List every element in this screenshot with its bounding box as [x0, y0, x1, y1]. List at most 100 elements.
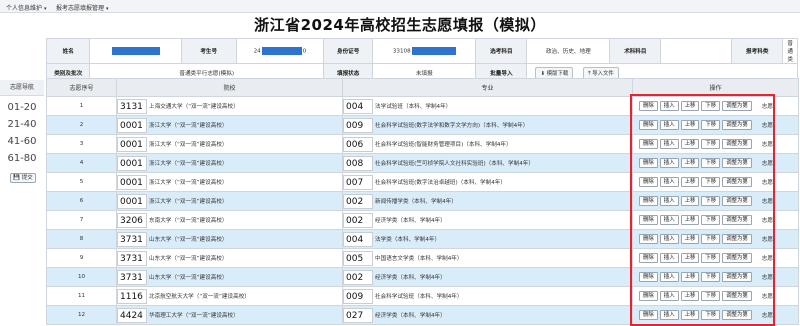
delete-button[interactable]: 删除 — [639, 139, 658, 149]
submit-button[interactable]: 💾 提交 — [10, 173, 36, 183]
adjust-position-button[interactable]: 调整为第 — [722, 253, 752, 263]
school-code-input[interactable]: 3131 — [117, 98, 147, 114]
row-number: 3 — [46, 134, 117, 154]
insert-button[interactable]: 插入 — [659, 253, 679, 263]
ops-cell: 删除 插入 上移 下移 调整为第 志愿 — [632, 305, 799, 325]
major-code-input[interactable]: 009 — [343, 117, 373, 133]
move-down-button[interactable]: 下移 — [701, 215, 721, 225]
move-down-button[interactable]: 下移 — [701, 272, 721, 282]
school-code-input[interactable]: 3731 — [117, 250, 147, 266]
school-code-input[interactable]: 0001 — [117, 117, 147, 133]
move-down-button[interactable]: 下移 — [701, 253, 721, 263]
school-code-input[interactable]: 3731 — [117, 231, 147, 247]
adjust-position-button[interactable]: 调整为第 — [722, 139, 752, 149]
adjust-position-button[interactable]: 调整为第 — [722, 272, 752, 282]
move-down-button[interactable]: 下移 — [701, 177, 721, 187]
major-code-input[interactable]: 009 — [343, 288, 373, 304]
delete-button[interactable]: 删除 — [639, 291, 658, 301]
menu-application-management[interactable]: 报考志愿填报管理 ▾ — [56, 3, 109, 12]
delete-button[interactable]: 删除 — [639, 196, 658, 206]
move-down-button[interactable]: 下移 — [701, 101, 721, 111]
delete-button[interactable]: 删除 — [639, 253, 658, 263]
insert-button[interactable]: 插入 — [659, 158, 679, 168]
school-code-input[interactable]: 0001 — [117, 136, 147, 152]
insert-button[interactable]: 插入 — [659, 272, 679, 282]
move-up-button[interactable]: 上移 — [680, 291, 700, 301]
insert-button[interactable]: 插入 — [659, 291, 679, 301]
delete-button[interactable]: 删除 — [639, 215, 658, 225]
move-down-button[interactable]: 下移 — [701, 139, 721, 149]
application-navigator: 志愿导航 01-20 21-40 41-60 61-80 💾 提交 — [0, 80, 44, 326]
move-up-button[interactable]: 上移 — [680, 272, 700, 282]
move-up-button[interactable]: 上移 — [680, 177, 700, 187]
major-code-input[interactable]: 002 — [343, 269, 373, 285]
delete-button[interactable]: 删除 — [639, 101, 658, 111]
insert-button[interactable]: 插入 — [659, 101, 679, 111]
move-down-button[interactable]: 下移 — [701, 234, 721, 244]
insert-button[interactable]: 插入 — [659, 215, 679, 225]
major-cell: 009 社会科学试验班（本科、学制4年） — [342, 286, 633, 306]
school-code-input[interactable]: 1116 — [117, 288, 147, 304]
adjust-position-button[interactable]: 调整为第 — [722, 234, 752, 244]
insert-button[interactable]: 插入 — [659, 177, 679, 187]
move-down-button[interactable]: 下移 — [701, 196, 721, 206]
range-61-80[interactable]: 61-80 — [0, 153, 44, 164]
insert-button[interactable]: 插入 — [659, 139, 679, 149]
delete-button[interactable]: 删除 — [639, 158, 658, 168]
delete-button[interactable]: 删除 — [639, 234, 658, 244]
school-name: 浙江大学（“双一流”建设高校） — [149, 161, 228, 167]
insert-button[interactable]: 插入 — [659, 120, 679, 130]
move-down-button[interactable]: 下移 — [701, 310, 721, 320]
adjust-position-button[interactable]: 调整为第 — [722, 196, 752, 206]
move-down-button[interactable]: 下移 — [701, 158, 721, 168]
range-21-40[interactable]: 21-40 — [0, 119, 44, 130]
delete-button[interactable]: 删除 — [639, 272, 658, 282]
move-down-button[interactable]: 下移 — [701, 291, 721, 301]
school-code-input[interactable]: 0001 — [117, 155, 147, 171]
school-code-input[interactable]: 0001 — [117, 193, 147, 209]
menu-application-management-label: 报考志愿填报管理 — [56, 5, 105, 12]
school-name: 华南理工大学（“双一流”建设高校） — [149, 313, 239, 319]
major-code-input[interactable]: 004 — [343, 231, 373, 247]
school-code-input[interactable]: 3206 — [117, 212, 147, 228]
adjust-position-button[interactable]: 调整为第 — [722, 120, 752, 130]
major-code-input[interactable]: 006 — [343, 136, 373, 152]
move-up-button[interactable]: 上移 — [680, 310, 700, 320]
school-code-input[interactable]: 0001 — [117, 174, 147, 190]
major-code-input[interactable]: 008 — [343, 155, 373, 171]
school-code-input[interactable]: 4424 — [117, 307, 147, 323]
range-41-60[interactable]: 41-60 — [0, 136, 44, 147]
insert-button[interactable]: 插入 — [659, 196, 679, 206]
delete-button[interactable]: 删除 — [639, 310, 658, 320]
move-up-button[interactable]: 上移 — [680, 101, 700, 111]
major-cell: 004 法学试验班（本科、学制4年） — [342, 96, 633, 116]
adjust-position-button[interactable]: 调整为第 — [722, 101, 752, 111]
move-up-button[interactable]: 上移 — [680, 234, 700, 244]
menu-personal-info[interactable]: 个人信息维护 ▾ — [6, 3, 47, 12]
adjust-position-button[interactable]: 调整为第 — [722, 158, 752, 168]
move-down-button[interactable]: 下移 — [701, 120, 721, 130]
move-up-button[interactable]: 上移 — [680, 215, 700, 225]
adjust-position-button[interactable]: 调整为第 — [722, 291, 752, 301]
major-code-input[interactable]: 007 — [343, 174, 373, 190]
school-code-input[interactable]: 3731 — [117, 269, 147, 285]
delete-button[interactable]: 删除 — [639, 120, 658, 130]
insert-button[interactable]: 插入 — [659, 310, 679, 320]
move-up-button[interactable]: 上移 — [680, 253, 700, 263]
range-01-20[interactable]: 01-20 — [0, 102, 44, 113]
major-code-input[interactable]: 027 — [343, 307, 373, 323]
major-code-input[interactable]: 002 — [343, 212, 373, 228]
major-code-input[interactable]: 002 — [343, 193, 373, 209]
insert-button[interactable]: 插入 — [659, 234, 679, 244]
move-up-button[interactable]: 上移 — [680, 158, 700, 168]
move-up-button[interactable]: 上移 — [680, 120, 700, 130]
adjust-position-button[interactable]: 调整为第 — [722, 215, 752, 225]
major-code-input[interactable]: 005 — [343, 250, 373, 266]
adjust-position-button[interactable]: 调整为第 — [722, 310, 752, 320]
move-up-button[interactable]: 上移 — [680, 139, 700, 149]
delete-button[interactable]: 删除 — [639, 177, 658, 187]
adjust-position-button[interactable]: 调整为第 — [722, 177, 752, 187]
template-download-button[interactable]: ⬇ 模版下载 — [535, 66, 574, 79]
major-code-input[interactable]: 004 — [343, 98, 373, 114]
move-up-button[interactable]: 上移 — [680, 196, 700, 206]
